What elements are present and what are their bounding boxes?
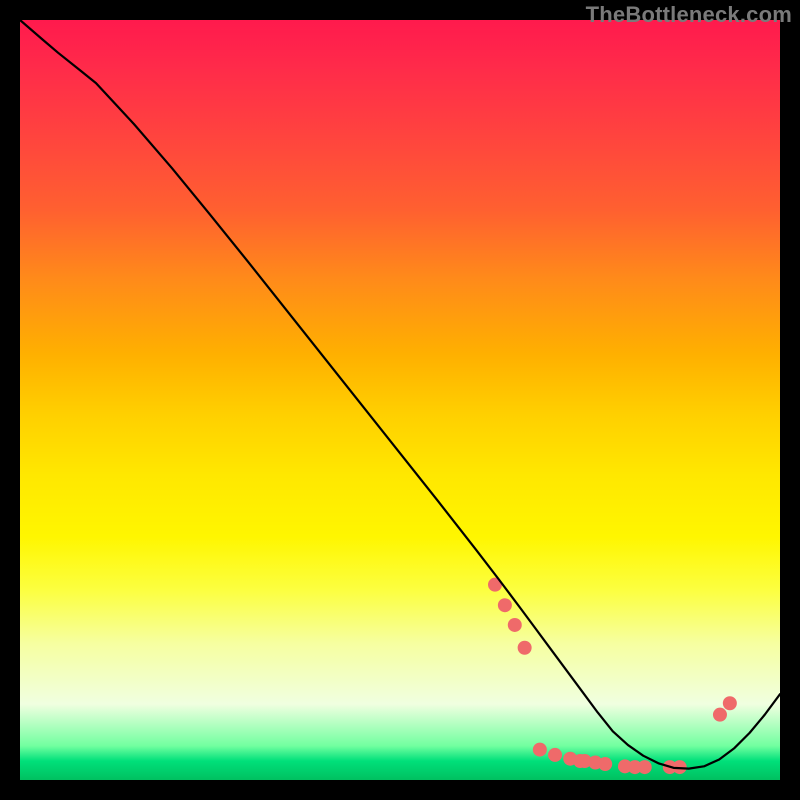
marker-dot	[723, 696, 737, 710]
watermark-text: TheBottleneck.com	[586, 2, 792, 28]
marker-dot	[598, 757, 612, 771]
plot-area	[20, 20, 780, 780]
marker-dot	[548, 748, 562, 762]
chart-stage: TheBottleneck.com	[0, 0, 800, 800]
marker-dot	[498, 598, 512, 612]
marker-dot	[533, 743, 547, 757]
marker-layer	[488, 578, 737, 774]
marker-dot	[713, 708, 727, 722]
marker-dot	[518, 641, 532, 655]
chart-svg	[20, 20, 780, 780]
marker-dot	[508, 618, 522, 632]
curve-line	[20, 20, 780, 769]
marker-dot	[638, 760, 652, 774]
